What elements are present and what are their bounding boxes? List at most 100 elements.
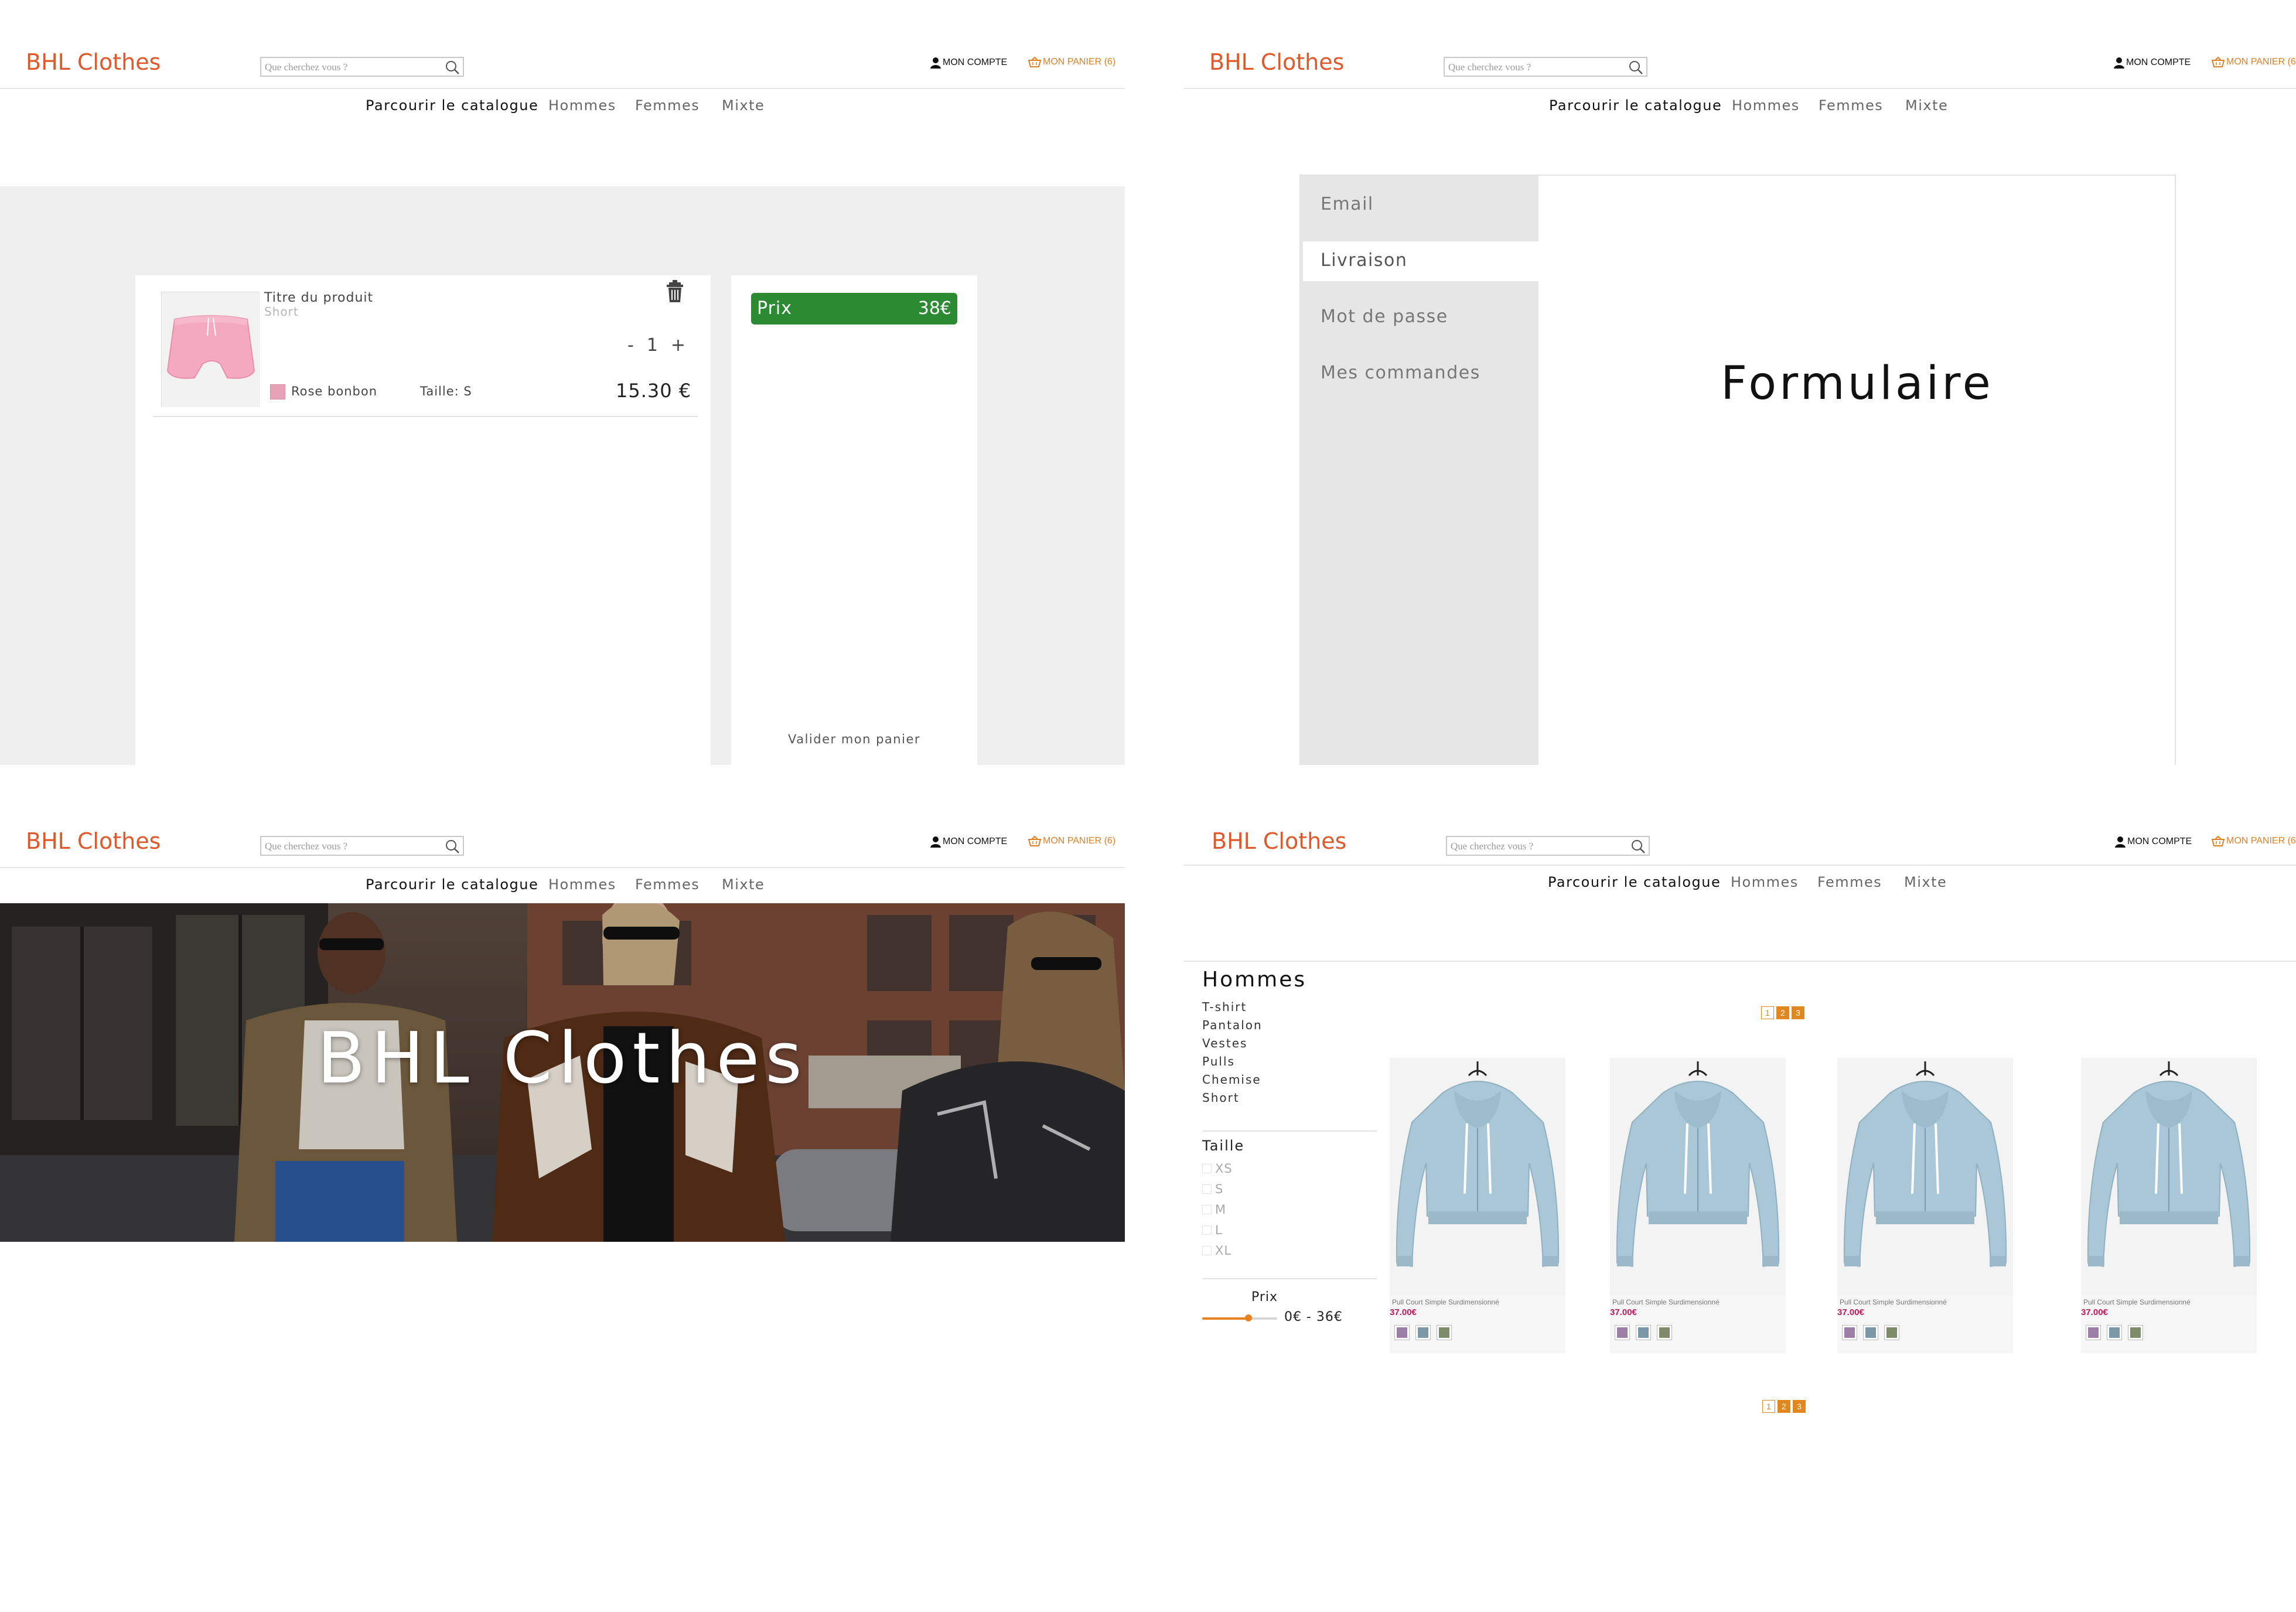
cart-link[interactable]: MON PANIER (6): [1028, 836, 1115, 846]
search-input[interactable]: [1448, 60, 1618, 75]
color-swatch[interactable]: [1394, 1325, 1410, 1340]
account-link[interactable]: MON COMPTE: [2115, 836, 2192, 848]
nav-femmes[interactable]: Femmes: [635, 876, 700, 893]
cart-link[interactable]: MON PANIER (6): [2212, 836, 2296, 846]
color-swatch[interactable]: [1415, 1325, 1431, 1340]
search-input[interactable]: [265, 60, 435, 75]
page-button[interactable]: 1: [1762, 1400, 1775, 1413]
page-button[interactable]: 3: [1792, 1006, 1804, 1019]
account-menu-mot-de-passe[interactable]: Mot de passe: [1301, 298, 1538, 337]
size-option[interactable]: S: [1202, 1179, 1233, 1199]
brand-logo[interactable]: BHL Clothes: [26, 828, 161, 854]
account-link[interactable]: MON COMPTE: [2114, 57, 2191, 69]
account-label: MON COMPTE: [943, 836, 1008, 846]
nav-mixte[interactable]: Mixte: [722, 97, 765, 114]
price-slider[interactable]: [1202, 1314, 1277, 1321]
nav-catalogue[interactable]: Parcourir le catalogue: [1549, 97, 1722, 114]
size-checkbox[interactable]: [1202, 1163, 1212, 1173]
price-range-text: 0€ - 36€: [1284, 1310, 1343, 1324]
product-image[interactable]: [161, 292, 260, 407]
price-slider-handle[interactable]: [1245, 1314, 1253, 1321]
search-icon[interactable]: [444, 60, 460, 75]
site-header: BHL Clothes MON COMPTE MON PANIER (6): [0, 0, 1125, 89]
search-icon[interactable]: [1628, 60, 1644, 75]
nav-femmes[interactable]: Femmes: [1819, 97, 1883, 114]
search-input[interactable]: [1451, 839, 1620, 854]
home-page-panel: BHL Clothes MON COMPTE MON PANIER (6) Pa…: [0, 779, 1125, 1612]
page-button[interactable]: 2: [1776, 1006, 1789, 1019]
account-menu-mes-commandes[interactable]: Mes commandes: [1301, 354, 1538, 394]
color-swatch[interactable]: [2128, 1325, 2143, 1340]
size-option-label: XL: [1215, 1243, 1232, 1258]
trash-icon[interactable]: [666, 280, 684, 303]
cart-link[interactable]: MON PANIER (6): [2212, 57, 2296, 67]
brand-logo[interactable]: BHL Clothes: [26, 49, 161, 75]
subcategory-t-shirt[interactable]: T-shirt: [1202, 998, 1263, 1016]
color-swatch[interactable]: [1615, 1325, 1630, 1340]
product-card[interactable]: Pull Court Simple Surdimensionné 37.00€: [1836, 1057, 2014, 1353]
nav-mixte[interactable]: Mixte: [722, 876, 765, 893]
product-image[interactable]: [1836, 1057, 2014, 1296]
pagination-bottom: 1 2 3: [1762, 1400, 1806, 1413]
nav-mixte[interactable]: Mixte: [1904, 874, 1947, 890]
nav-catalogue[interactable]: Parcourir le catalogue: [1548, 874, 1721, 890]
color-swatch[interactable]: [1863, 1325, 1878, 1340]
nav-femmes[interactable]: Femmes: [1817, 874, 1882, 890]
color-swatch[interactable]: [1657, 1325, 1672, 1340]
subcategory-chemise[interactable]: Chemise: [1202, 1071, 1263, 1089]
color-swatch[interactable]: [1842, 1325, 1857, 1340]
page-button[interactable]: 3: [1793, 1400, 1806, 1413]
nav-mixte[interactable]: Mixte: [1905, 97, 1948, 114]
brand-logo[interactable]: BHL Clothes: [1212, 828, 1346, 854]
size-option[interactable]: XL: [1202, 1240, 1233, 1261]
size-option[interactable]: L: [1202, 1220, 1233, 1240]
product-card[interactable]: Pull Court Simple Surdimensionné 37.00€: [1609, 1057, 1787, 1353]
color-swatch[interactable]: [1636, 1325, 1651, 1340]
account-link[interactable]: MON COMPTE: [930, 57, 1007, 69]
account-menu-email[interactable]: Email: [1301, 185, 1538, 225]
product-image[interactable]: [1609, 1057, 1787, 1296]
size-checkbox[interactable]: [1202, 1204, 1212, 1214]
size-checkbox[interactable]: [1202, 1225, 1212, 1235]
color-swatch[interactable]: [1884, 1325, 1899, 1340]
cart-link[interactable]: MON PANIER (6): [1028, 57, 1115, 67]
product-image[interactable]: [2080, 1057, 2258, 1296]
color-swatch[interactable]: [2086, 1325, 2101, 1340]
main-nav: Parcourir le catalogue Hommes Femmes Mix…: [0, 89, 1125, 124]
hero-banner: BHL Clothes: [0, 903, 1125, 1242]
nav-hommes[interactable]: Hommes: [548, 97, 616, 114]
subcategory-vestes[interactable]: Vestes: [1202, 1034, 1263, 1053]
size-option[interactable]: M: [1202, 1199, 1233, 1220]
search-input[interactable]: [265, 839, 435, 854]
nav-catalogue[interactable]: Parcourir le catalogue: [366, 97, 538, 114]
nav-hommes[interactable]: Hommes: [548, 876, 616, 893]
nav-hommes[interactable]: Hommes: [1731, 874, 1799, 890]
brand-logo[interactable]: BHL Clothes: [1209, 49, 1344, 75]
size-checkbox[interactable]: [1202, 1245, 1212, 1255]
search-icon[interactable]: [444, 839, 460, 854]
account-link[interactable]: MON COMPTE: [930, 836, 1007, 848]
product-name: Pull Court Simple Surdimensionné: [1392, 1298, 1499, 1306]
subcategory-pulls[interactable]: Pulls: [1202, 1053, 1263, 1071]
account-menu-livraison[interactable]: Livraison: [1303, 241, 1538, 281]
page-button[interactable]: 1: [1761, 1006, 1774, 1019]
size-option[interactable]: XS: [1202, 1158, 1233, 1179]
page-button[interactable]: 2: [1778, 1400, 1790, 1413]
product-image[interactable]: [1388, 1057, 1567, 1296]
validate-cart-button[interactable]: Valider mon panier: [731, 732, 977, 746]
size-checkbox[interactable]: [1202, 1184, 1212, 1194]
cart-page-panel: BHL Clothes MON COMPTE MON PANIER (6) Pa…: [0, 0, 1125, 765]
nav-hommes[interactable]: Hommes: [1732, 97, 1800, 114]
subcategory-short[interactable]: Short: [1202, 1089, 1263, 1107]
search-icon[interactable]: [1630, 839, 1646, 854]
quantity-plus-button[interactable]: +: [671, 335, 685, 356]
size-option-label: S: [1215, 1181, 1224, 1196]
subcategory-pantalon[interactable]: Pantalon: [1202, 1016, 1263, 1034]
color-swatch[interactable]: [2107, 1325, 2122, 1340]
color-swatch[interactable]: [1437, 1325, 1452, 1340]
product-card[interactable]: Pull Court Simple Surdimensionné 37.00€: [2080, 1057, 2258, 1353]
product-card[interactable]: Pull Court Simple Surdimensionné 37.00€: [1388, 1057, 1567, 1353]
nav-catalogue[interactable]: Parcourir le catalogue: [366, 876, 538, 893]
nav-femmes[interactable]: Femmes: [635, 97, 700, 114]
quantity-minus-button[interactable]: -: [627, 335, 634, 356]
